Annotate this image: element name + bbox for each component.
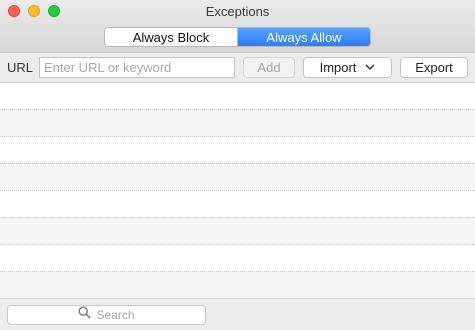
chevron-down-icon (365, 64, 375, 71)
url-label: URL (7, 60, 34, 75)
url-input[interactable] (39, 57, 235, 78)
list-row (0, 137, 475, 164)
list-row (0, 218, 475, 245)
search-field[interactable]: Search (7, 305, 206, 325)
export-button[interactable]: Export (400, 57, 468, 78)
url-toolbar: URL Add Import Export (0, 52, 475, 82)
list-row (0, 164, 475, 191)
tab-always-block[interactable]: Always Block (105, 28, 238, 46)
list-row (0, 245, 475, 272)
list-row (0, 83, 475, 110)
search-icon (78, 306, 92, 324)
bottom-bar: Search (0, 298, 475, 330)
list-row (0, 191, 475, 218)
list-row (0, 272, 475, 299)
import-button[interactable]: Import (303, 57, 392, 78)
title-bar: Exceptions Always Block Always Allow (0, 0, 475, 52)
window-title: Exceptions (205, 4, 270, 19)
exceptions-list[interactable] (0, 82, 475, 299)
import-button-label: Import (319, 60, 357, 75)
mode-segmented-control: Always Block Always Allow (104, 27, 371, 47)
list-row (0, 110, 475, 137)
add-button[interactable]: Add (243, 57, 295, 78)
tab-always-allow[interactable]: Always Allow (238, 28, 370, 46)
search-placeholder: Search (96, 308, 135, 322)
